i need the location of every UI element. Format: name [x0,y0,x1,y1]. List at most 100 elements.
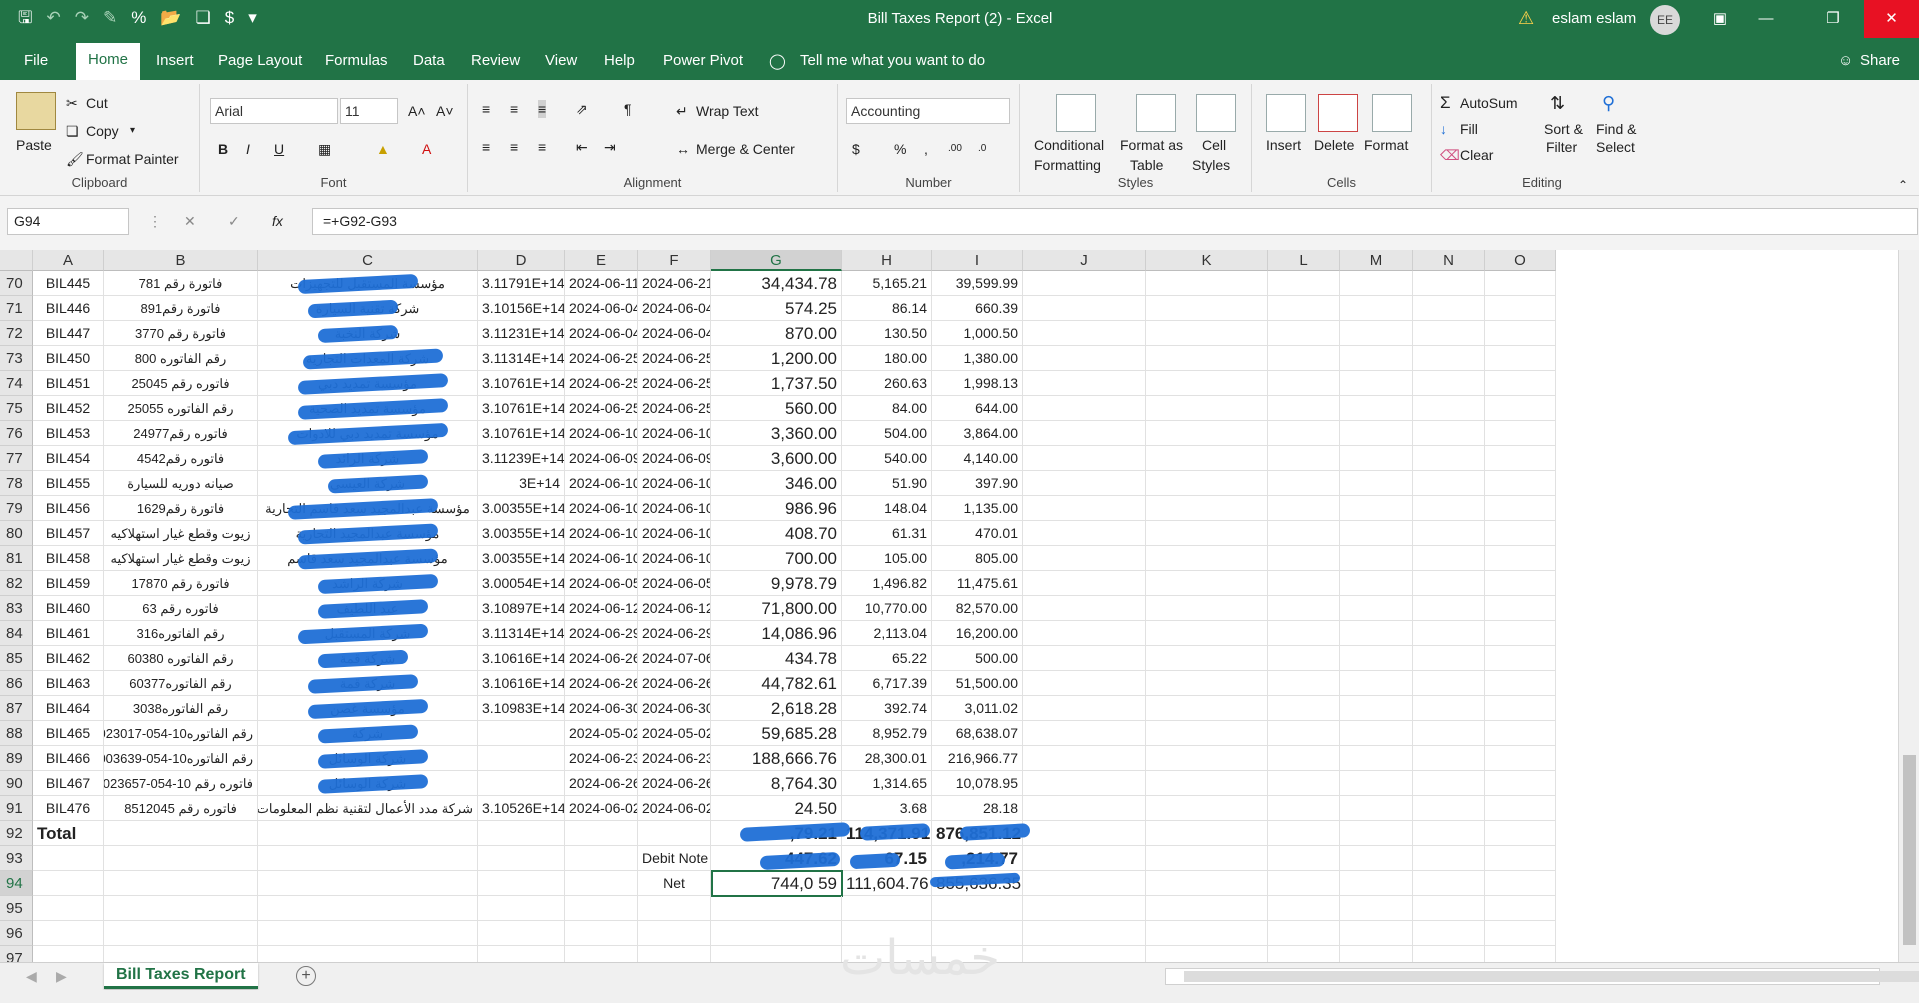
empty-cell[interactable] [1146,421,1268,446]
table-cell[interactable]: 3.00355E+14 [478,496,565,521]
vertical-scrollbar[interactable] [1898,250,1919,962]
empty-cell[interactable] [1146,271,1268,296]
table-cell[interactable]: BIL476 [33,796,104,821]
scroll-thumb[interactable] [1903,755,1916,945]
table-cell[interactable]: 574.25 [711,296,842,321]
table-cell[interactable]: BIL459 [33,571,104,596]
table-cell[interactable]: 180.00 [842,346,932,371]
enter-icon[interactable]: ✓ [228,212,240,230]
table-cell[interactable]: 2024-06-30 [565,696,638,721]
empty-cell[interactable] [1268,471,1340,496]
empty-cell[interactable] [1146,396,1268,421]
row-header[interactable]: 81 [0,546,33,571]
table-cell[interactable]: 16,200.00 [932,621,1023,646]
empty-cell[interactable] [1268,621,1340,646]
table-cell[interactable]: 1,496.82 [842,571,932,596]
search-icon[interactable]: ⚲ [1602,94,1615,112]
empty-cell[interactable] [1023,821,1146,846]
empty-cell[interactable] [104,896,258,921]
row-header[interactable]: 82 [0,571,33,596]
empty-cell[interactable] [1485,296,1556,321]
row-header[interactable]: 71 [0,296,33,321]
empty-cell[interactable] [1485,846,1556,871]
tell-me-input[interactable]: Tell me what you want to do [800,52,985,69]
table-cell[interactable]: 130.50 [842,321,932,346]
empty-cell[interactable] [565,871,638,896]
empty-cell[interactable] [1485,896,1556,921]
empty-cell[interactable] [1023,521,1146,546]
fill-button[interactable]: Fill [1460,120,1478,138]
empty-cell[interactable] [1485,346,1556,371]
table-cell[interactable]: فاتورة رقم 3770 [104,321,258,346]
column-header[interactable]: M [1340,250,1413,271]
table-cell[interactable]: زيوت وقطع غيار استهلاكيه [104,546,258,571]
table-cell[interactable]: رقم الفاتوره10-054-0003639 [104,746,258,771]
table-cell[interactable]: 1,380.00 [932,346,1023,371]
italic-icon[interactable]: I [246,140,250,158]
empty-cell[interactable] [1413,596,1485,621]
empty-cell[interactable] [1413,546,1485,571]
empty-cell[interactable] [711,896,842,921]
table-cell[interactable]: 3,600.00 [711,446,842,471]
table-cell[interactable]: 2024-06-12 [565,596,638,621]
table-cell[interactable]: رقم الفاتوره316 [104,621,258,646]
net-value[interactable]: 111,604.76 [842,871,932,896]
table-cell[interactable]: فاتورة رقم1629 [104,496,258,521]
table-cell[interactable]: 2024-06-30 [638,696,711,721]
table-cell[interactable]: رقم الفاتوره10-054-00023017 [104,721,258,746]
save-icon[interactable]: 🖫 [18,8,32,28]
empty-cell[interactable] [1413,446,1485,471]
empty-cell[interactable] [258,821,478,846]
empty-cell[interactable] [1146,296,1268,321]
empty-cell[interactable] [1340,521,1413,546]
table-cell[interactable]: 2024-06-25 [565,396,638,421]
table-cell[interactable]: 3.00355E+14 [478,521,565,546]
row-header[interactable]: 84 [0,621,33,646]
table-cell[interactable]: 2024-06-23 [565,746,638,771]
table-cell[interactable]: 2,113.04 [842,621,932,646]
bold-icon[interactable]: B [218,140,228,158]
table-cell[interactable]: 6,717.39 [842,671,932,696]
empty-cell[interactable] [1413,271,1485,296]
table-cell[interactable]: 986.96 [711,496,842,521]
tab-view[interactable]: View [545,52,577,69]
align-right-icon[interactable]: ≡ [538,138,546,156]
conditional-formatting-button[interactable]: Conditional [1034,136,1104,154]
empty-cell[interactable] [1268,396,1340,421]
empty-cell[interactable] [1146,471,1268,496]
table-cell[interactable]: 2024-06-10 [565,546,638,571]
collapse-ribbon-icon[interactable]: ⌃ [1898,176,1908,194]
net-label[interactable]: Net [638,871,711,896]
column-header[interactable]: N [1413,250,1485,271]
formula-input[interactable]: =+G92-G93 [312,208,1918,235]
empty-cell[interactable] [33,871,104,896]
conditional-formatting-icon[interactable] [1056,94,1096,132]
empty-cell[interactable] [1413,321,1485,346]
empty-cell[interactable] [1485,696,1556,721]
table-cell[interactable]: 346.00 [711,471,842,496]
empty-cell[interactable] [711,921,842,946]
empty-cell[interactable] [1413,821,1485,846]
column-header[interactable]: A [33,250,104,271]
empty-cell[interactable] [1485,321,1556,346]
table-cell[interactable]: 2024-06-09 [565,446,638,471]
table-cell[interactable]: 3.10761E+14 [478,421,565,446]
empty-cell[interactable] [1146,896,1268,921]
table-cell[interactable]: 8,764.30 [711,771,842,796]
table-cell[interactable]: 3.11314E+14 [478,346,565,371]
empty-cell[interactable] [1146,746,1268,771]
copy-button[interactable]: Copy [86,122,119,140]
table-cell[interactable]: فاتورة رقم891 [104,296,258,321]
table-cell[interactable]: 3.11239E+14 [478,446,565,471]
empty-cell[interactable] [1340,796,1413,821]
table-cell[interactable]: 148.04 [842,496,932,521]
orientation-icon[interactable]: ⇗ [576,100,588,118]
tab-page-layout[interactable]: Page Layout [218,52,302,69]
empty-cell[interactable] [1485,671,1556,696]
empty-cell[interactable] [565,896,638,921]
row-header[interactable]: 96 [0,921,33,946]
empty-cell[interactable] [1485,721,1556,746]
column-header[interactable]: J [1023,250,1146,271]
table-cell[interactable]: 2024-06-11 [565,271,638,296]
table-cell[interactable]: 2024-06-23 [638,746,711,771]
